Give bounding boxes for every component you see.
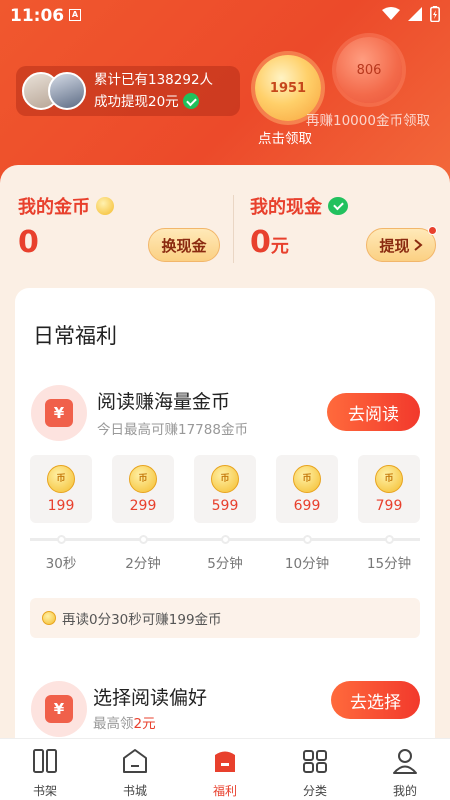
withdraw-button[interactable]: 提现 bbox=[366, 226, 437, 262]
withdraw-promo-banner: 累计已有138292人 成功提现20元 bbox=[16, 66, 240, 116]
tip-text: 再读0分30秒可赚199金币 bbox=[62, 612, 222, 628]
tile-value: 199 bbox=[47, 498, 75, 514]
reward-tile[interactable]: 币 199 bbox=[30, 455, 92, 523]
yuan-icon: ¥ bbox=[45, 399, 73, 427]
pref-task-title: 选择阅读偏好 bbox=[93, 687, 208, 709]
yuan-icon: ¥ bbox=[45, 695, 73, 723]
status-bar: 11:06 A bbox=[0, 0, 450, 32]
promo-line1: 累计已有138292人 bbox=[94, 72, 214, 88]
coin-icon: 币 bbox=[375, 465, 403, 493]
coins-value: 0 bbox=[18, 225, 39, 260]
read-task-icon: ¥ bbox=[31, 385, 87, 441]
go-read-button[interactable]: 去阅读 bbox=[327, 393, 420, 431]
tile-value: 699 bbox=[293, 498, 321, 514]
tick-label: 5分钟 bbox=[207, 556, 243, 572]
cash-unit: 元 bbox=[270, 236, 289, 257]
pref-task-icon: ¥ bbox=[31, 681, 87, 737]
pref-task-subtitle: 最高领2元 bbox=[93, 712, 156, 732]
tab-welfare[interactable]: 福利 bbox=[180, 739, 270, 800]
tab-label: 书架 bbox=[32, 784, 57, 798]
locked-coin-value: 806 bbox=[356, 62, 382, 78]
reward-tile[interactable]: 币 699 bbox=[276, 455, 338, 523]
avatar-group bbox=[16, 66, 94, 116]
tab-label: 书城 bbox=[122, 784, 147, 798]
reward-tile[interactable]: 币 299 bbox=[112, 455, 174, 523]
exchange-cash-button[interactable]: 换现金 bbox=[148, 228, 220, 262]
tile-value: 799 bbox=[375, 498, 403, 514]
locked-caption: 再赚10000金币领取 bbox=[306, 113, 430, 129]
tile-value: 299 bbox=[129, 498, 157, 514]
promo-line2: 成功提现20元 bbox=[94, 94, 179, 110]
notification-dot bbox=[428, 226, 437, 235]
claim-caption[interactable]: 点击领取 bbox=[258, 127, 312, 147]
reading-tip: 再读0分30秒可赚199金币 bbox=[30, 598, 420, 638]
wallet-section: 我的金币 0 换现金 我的现金 0元 提现 bbox=[0, 165, 450, 275]
category-icon bbox=[303, 750, 327, 773]
cash-value-wrap: 0元 bbox=[250, 225, 289, 260]
progress-tick bbox=[221, 535, 230, 544]
progress-tick bbox=[57, 535, 66, 544]
coins-label: 我的金币 bbox=[18, 197, 90, 218]
coin-icon: 币 bbox=[47, 465, 75, 493]
status-time: 11:06 bbox=[10, 6, 65, 26]
cash-label-wrap: 我的现金 bbox=[250, 193, 348, 219]
promo-text: 累计已有138292人 成功提现20元 bbox=[94, 69, 213, 113]
progress-tick bbox=[385, 535, 394, 544]
chevron-right-icon bbox=[413, 239, 423, 251]
choose-preference-button[interactable]: 去选择 bbox=[331, 681, 420, 719]
wifi-icon bbox=[382, 7, 400, 20]
tab-bookshelf[interactable]: 书架 bbox=[0, 739, 90, 800]
read-task-title: 阅读赚海量金币 bbox=[97, 391, 231, 413]
daily-welfare-card: 日常福利 ¥ 阅读赚海量金币 今日最高可赚17788金币 去阅读 币 199 币 2… bbox=[15, 288, 435, 758]
tick-label: 10分钟 bbox=[284, 556, 330, 572]
withdraw-label: 提现 bbox=[379, 236, 410, 255]
coin-icon: 币 bbox=[211, 465, 239, 493]
tab-bookstore[interactable]: 书城 bbox=[90, 739, 180, 800]
coin-icon: 币 bbox=[129, 465, 157, 493]
coin-icon: 币 bbox=[293, 465, 321, 493]
progress-tick bbox=[139, 535, 148, 544]
tab-label: 福利 bbox=[212, 784, 237, 798]
tick-label: 2分钟 bbox=[125, 556, 161, 572]
battery-icon bbox=[430, 6, 440, 22]
gold-coin-icon bbox=[96, 197, 114, 215]
reward-tiles: 币 199 币 299 币 599 币 699 币 799 bbox=[30, 455, 420, 525]
tick-label: 30秒 bbox=[45, 556, 77, 572]
system-icons bbox=[382, 6, 440, 22]
bottom-tab-bar: 书架 书城 福利 分类 我的 bbox=[0, 738, 450, 800]
wechat-icon bbox=[182, 93, 199, 109]
profile-icon bbox=[393, 749, 417, 774]
tick-label: 15分钟 bbox=[366, 556, 412, 572]
divider bbox=[233, 195, 234, 263]
section-title: 日常福利 bbox=[33, 324, 117, 348]
reward-tile[interactable]: 币 599 bbox=[194, 455, 256, 523]
welfare-icon bbox=[215, 751, 235, 772]
bookshelf-icon bbox=[33, 749, 57, 773]
tile-value: 599 bbox=[211, 498, 239, 514]
tab-label: 我的 bbox=[392, 784, 417, 798]
tab-label: 分类 bbox=[302, 784, 327, 798]
promo-line2-wrap: 成功提现20元 bbox=[94, 91, 213, 113]
coins-label-wrap: 我的金币 bbox=[18, 193, 114, 219]
reward-tile[interactable]: 币 799 bbox=[358, 455, 420, 523]
pref-subtitle-highlight: 2元 bbox=[133, 716, 156, 732]
avatar bbox=[48, 72, 86, 110]
notification-app-icon: A bbox=[69, 9, 81, 21]
wechat-icon bbox=[328, 197, 348, 215]
read-task-subtitle: 今日最高可赚17788金币 bbox=[97, 422, 248, 438]
coin-icon bbox=[42, 611, 56, 625]
pref-subtitle-prefix: 最高领 bbox=[93, 716, 134, 732]
cash-value: 0 bbox=[250, 225, 271, 260]
signal-icon bbox=[408, 7, 422, 21]
cash-label: 我的现金 bbox=[250, 197, 322, 218]
progress-tick bbox=[303, 535, 312, 544]
tab-profile[interactable]: 我的 bbox=[360, 739, 450, 800]
locked-coin-bubble[interactable]: 806 bbox=[336, 37, 402, 103]
tab-category[interactable]: 分类 bbox=[270, 739, 360, 800]
bookstore-icon bbox=[123, 749, 147, 773]
claim-coin-value: 1951 bbox=[269, 80, 307, 96]
